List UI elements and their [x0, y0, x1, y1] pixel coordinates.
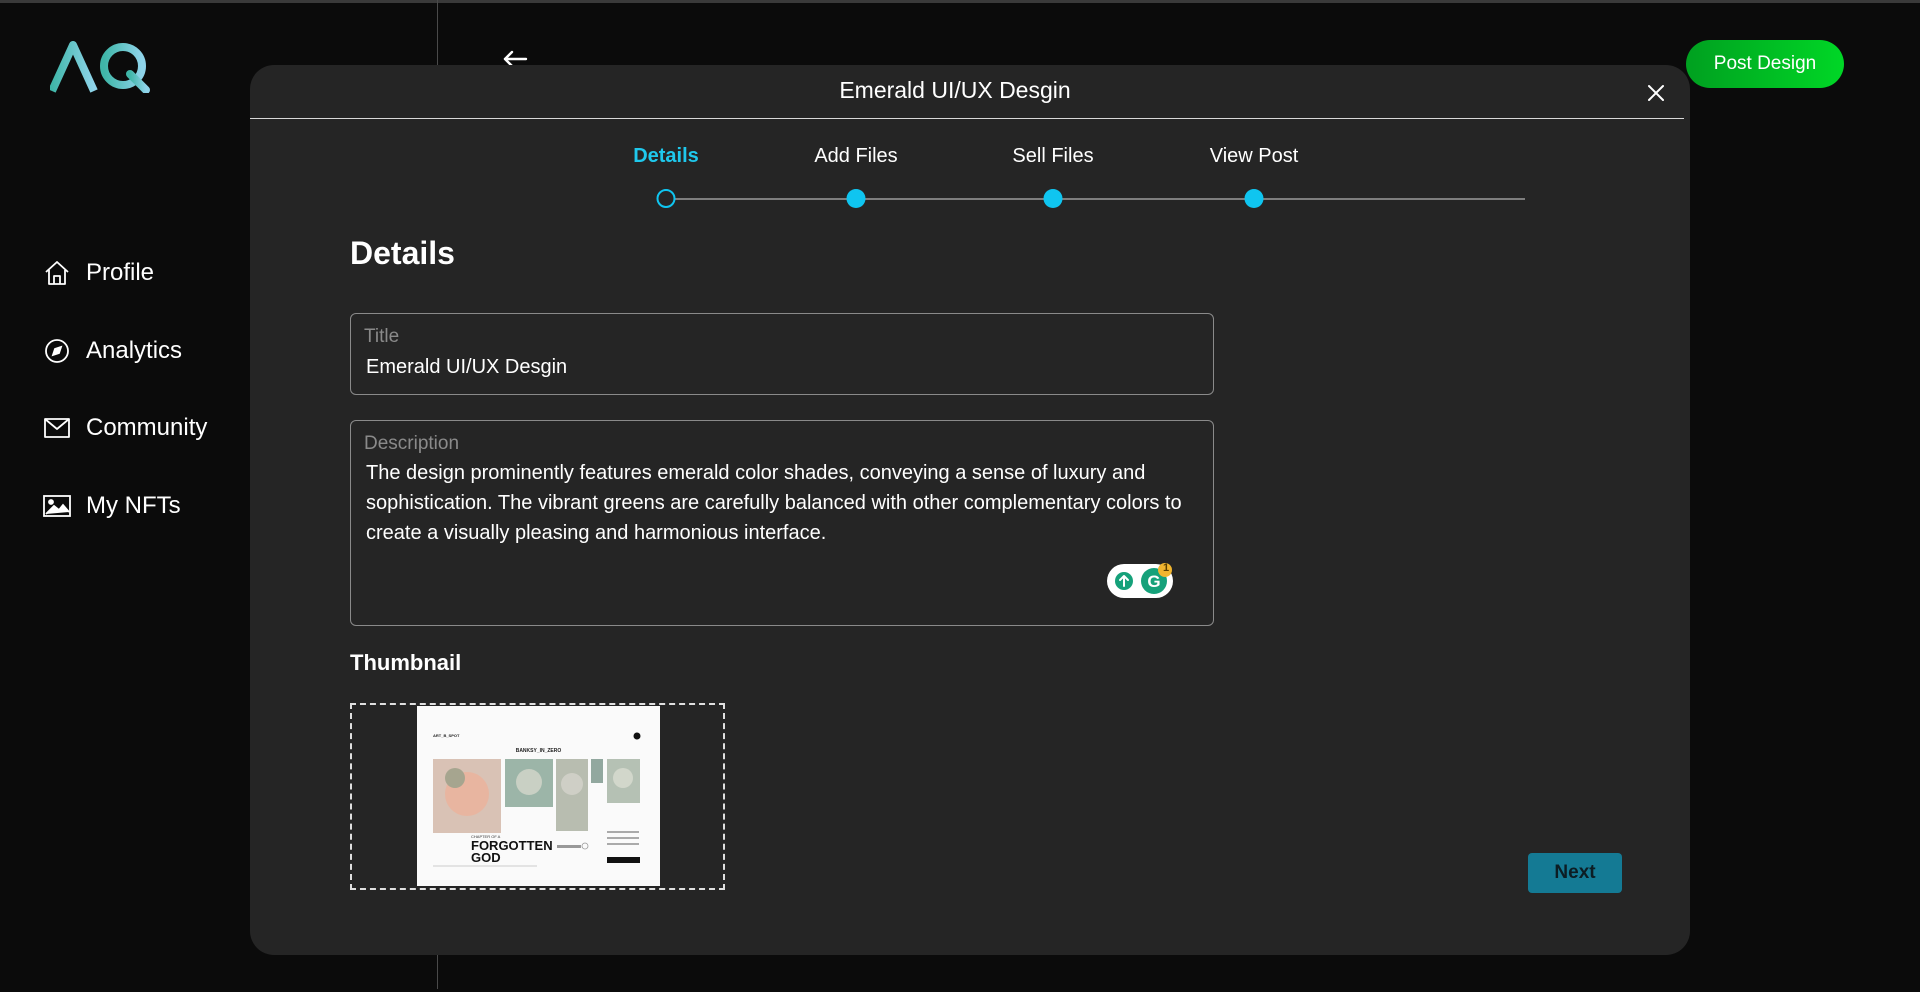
thumbnail-preview-headline-2: GOD	[471, 850, 501, 865]
sidebar-nav: Profile Analytics Community My NFTs	[42, 253, 207, 563]
home-icon	[42, 258, 72, 288]
step-dot-sell-files	[1043, 189, 1063, 208]
post-design-modal: Emerald UI/UX Desgin Details Add Files S…	[250, 65, 1690, 955]
step-sell-files[interactable]: Sell Files	[1012, 145, 1093, 168]
stepper: Details Add Files Sell Files View Post	[250, 65, 1690, 225]
title-field[interactable]: Title Emerald UI/UX Desgin	[350, 313, 1214, 395]
stepper-track	[667, 198, 1525, 200]
sidebar-item-label: Analytics	[86, 336, 183, 364]
compass-icon	[42, 336, 72, 366]
sidebar-item-profile[interactable]: Profile	[42, 253, 207, 293]
next-button[interactable]: Next	[1528, 853, 1622, 893]
thumbnail-image: ART_B_SPOT BANKSY_IN_ZERO CHAPTER OF A F…	[417, 706, 660, 886]
title-field-value[interactable]: Emerald UI/UX Desgin	[366, 352, 567, 382]
grammarly-icon[interactable]: G 1	[1106, 562, 1176, 600]
thumbnail-dropzone[interactable]: ART_B_SPOT BANKSY_IN_ZERO CHAPTER OF A F…	[350, 703, 725, 890]
step-add-files[interactable]: Add Files	[814, 145, 897, 168]
thumbnail-preview-top-left: ART_B_SPOT	[433, 733, 460, 738]
step-view-post[interactable]: View Post	[1210, 145, 1299, 168]
svg-text:G: G	[1147, 572, 1160, 591]
sidebar-item-label: Community	[86, 414, 208, 441]
description-field-value[interactable]: The design prominently features emerald …	[366, 458, 1186, 548]
sidebar-item-label: Profile	[86, 259, 155, 286]
sidebar-item-my-nfts[interactable]: My NFTs	[42, 486, 207, 526]
aq-logo[interactable]	[48, 41, 152, 94]
step-dot-view-post	[1244, 189, 1264, 208]
description-field-label: Description	[364, 433, 460, 454]
title-field-label: Title	[364, 326, 400, 347]
image-icon	[42, 491, 72, 521]
step-dot-add-files	[846, 189, 866, 208]
post-design-button[interactable]: Post Design	[1686, 40, 1844, 88]
sidebar-item-community[interactable]: Community	[42, 408, 207, 448]
thumbnail-label: Thumbnail	[350, 650, 462, 675]
step-details[interactable]: Details	[633, 145, 699, 168]
section-title: Details	[350, 235, 455, 271]
sidebar-item-analytics[interactable]: Analytics	[42, 331, 207, 371]
description-field[interactable]: Description The design prominently featu…	[350, 420, 1214, 626]
thumbnail-preview-header: BANKSY_IN_ZERO	[515, 748, 562, 754]
sidebar-item-label: My NFTs	[86, 491, 181, 519]
step-dot-details	[656, 189, 676, 208]
grammarly-badge-count: 1	[1162, 562, 1170, 574]
mail-icon	[42, 413, 72, 443]
